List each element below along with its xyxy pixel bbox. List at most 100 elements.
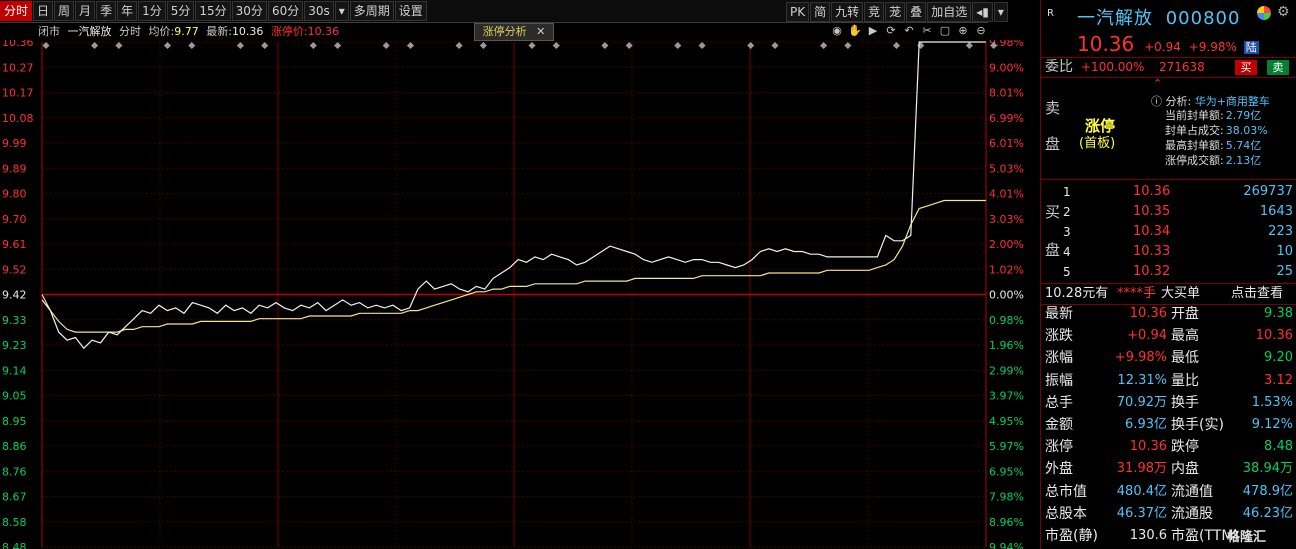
y-price-tick-12: 9.23 [2,339,27,352]
toolbar-right-tab-3[interactable]: 竞 [864,2,885,22]
quote-label-2: 内盘 [1171,461,1199,478]
y-pct-tick-20: 9.94% [989,541,1024,549]
y-pct-tick-3: 6.99% [989,112,1024,125]
eye-icon[interactable]: ◉ [830,24,844,38]
weibi-amount: 271638 [1159,60,1205,74]
period-tab-12[interactable]: ▾ [334,1,349,21]
gear-icon[interactable]: ⚙ [1277,4,1290,20]
event-marker-2[interactable] [91,41,99,50]
event-marker-11[interactable] [309,41,317,50]
quote-label-2: 换手 [1171,394,1199,411]
event-marker-32[interactable] [820,41,828,50]
market-state: 闭市 [38,25,60,38]
limit-stat-row-2: 最高封单额: 5.74亿 [1165,138,1261,153]
buy-button[interactable]: 买 [1235,60,1257,75]
period-tab-10[interactable]: 60分 [267,1,304,21]
period-tab-4[interactable]: 季 [96,1,117,21]
event-marker-35[interactable] [892,41,901,50]
hand-icon[interactable]: ✋ [848,24,862,38]
bid-level: 2 [1063,205,1071,219]
period-tab-9[interactable]: 30分 [231,1,267,21]
event-marker-8[interactable] [236,41,244,50]
event-marker-27[interactable] [698,41,706,50]
toolbar-right-tab-6[interactable]: 加自选 [927,2,972,22]
event-marker-3[interactable] [115,41,123,50]
quote-label: 涨幅 [1045,350,1073,367]
limit-analysis-label: 涨停分析 [482,25,527,38]
limit-price-value: 10.36 [307,25,340,38]
toolbar-right-tab-4[interactable]: 茏 [885,2,906,22]
limit-analysis-button[interactable]: 涨停分析 ✕ [474,23,554,41]
play-icon[interactable]: ▶ [866,24,880,38]
toolbar-right-tab-0[interactable]: PK [786,2,810,22]
event-marker-6[interactable] [188,41,196,50]
event-marker-9[interactable] [261,41,269,50]
y-price-tick-13: 9.14 [2,364,27,377]
intraday-chart[interactable]: 10.36 9.98%10.27 9.00%10.17 8.01%10.08 6.99%… [0,40,1040,549]
event-marker-29[interactable] [747,41,755,50]
event-marker-20[interactable] [528,41,536,50]
y-price-tick-7: 9.70 [2,213,27,226]
close-icon[interactable]: ✕ [536,25,545,38]
lock-icon[interactable]: ▢ [938,24,952,38]
latest-label: 最新: [206,25,232,38]
event-marker-0[interactable] [42,41,50,50]
quote-value-2: 8.48 [1264,439,1293,455]
toolbar-right-tab-1[interactable]: 简 [810,2,831,22]
period-tab-11[interactable]: 30s [304,1,334,21]
quote-label: 金额 [1045,417,1073,433]
period-tab-3[interactable]: 月 [75,1,96,21]
event-marker-5[interactable] [163,41,172,50]
bid-level: 3 [1063,225,1071,239]
event-marker-23[interactable] [601,41,609,50]
scissors-icon[interactable]: ✂ [920,24,934,38]
zoom-out-icon[interactable]: ⊖ [974,24,988,38]
period-tab-5[interactable]: 年 [117,1,138,21]
y-pct-tick-15: 4.95% [989,415,1024,428]
event-marker-36[interactable] [917,41,925,50]
period-tab-14[interactable]: 设置 [394,1,427,21]
bid-volume: 1643 [1259,204,1293,219]
toolbar-right-tab-2[interactable]: 九转 [831,2,864,22]
big-buy-bar[interactable]: 10.28元有 ****手 大买单 点击查看 [1041,284,1296,304]
period-tab-7[interactable]: 5分 [166,1,195,21]
period-tab-0[interactable]: 分时 [0,1,33,21]
period-tab-13[interactable]: 多周期 [349,1,394,21]
weibi-label: 委比 [1045,59,1073,75]
y-pct-tick-8: 2.00% [989,238,1024,251]
pie-icon[interactable] [1257,6,1271,20]
quote-value: 480.4亿 [1116,483,1167,499]
limit-stat-value: 2.79亿 [1225,109,1262,122]
period-tab-1[interactable]: 日 [33,1,54,21]
toolbar-right-icon-1[interactable]: ▾ [993,2,1008,22]
period-tab-2[interactable]: 周 [54,1,75,21]
event-marker-21[interactable] [552,41,560,50]
event-marker-26[interactable] [674,41,682,50]
toolbar-right-icon-0[interactable]: ◂▮ [972,2,993,22]
y-pct-tick-1: 9.00% [989,61,1024,74]
event-marker-12[interactable] [334,41,342,50]
sell-button[interactable]: 卖 [1267,60,1289,75]
event-marker-15[interactable] [406,41,415,50]
period-tab-8[interactable]: 15分 [195,1,231,21]
quote-label: 总手 [1045,394,1073,411]
y-pct-tick-12: 1.96% [989,339,1024,352]
y-price-tick-18: 8.67 [2,491,27,504]
limit-stat-label: 最高封单额: [1165,139,1224,152]
event-marker-38[interactable] [965,41,973,50]
event-marker-30[interactable] [771,41,779,50]
event-marker-17[interactable] [455,41,463,50]
zoom-in-icon[interactable]: ⊕ [956,24,970,38]
event-marker-33[interactable] [844,41,852,50]
collapse-icon[interactable]: ⌃ [1153,77,1162,90]
period-tab-6[interactable]: 1分 [138,1,166,21]
refresh-icon[interactable]: ⟳ [884,24,898,38]
event-marker-18[interactable] [479,41,487,50]
y-price-tick-1: 10.27 [2,61,34,74]
event-marker-14[interactable] [382,41,390,50]
undo-icon[interactable]: ↶ [902,24,916,38]
quote-label-2: 跌停 [1171,439,1199,456]
quote-stock-name: 一汽解放 [1077,8,1153,29]
sell-side-label: 卖 [1045,99,1061,117]
toolbar-right-tab-5[interactable]: 叠 [906,2,927,22]
